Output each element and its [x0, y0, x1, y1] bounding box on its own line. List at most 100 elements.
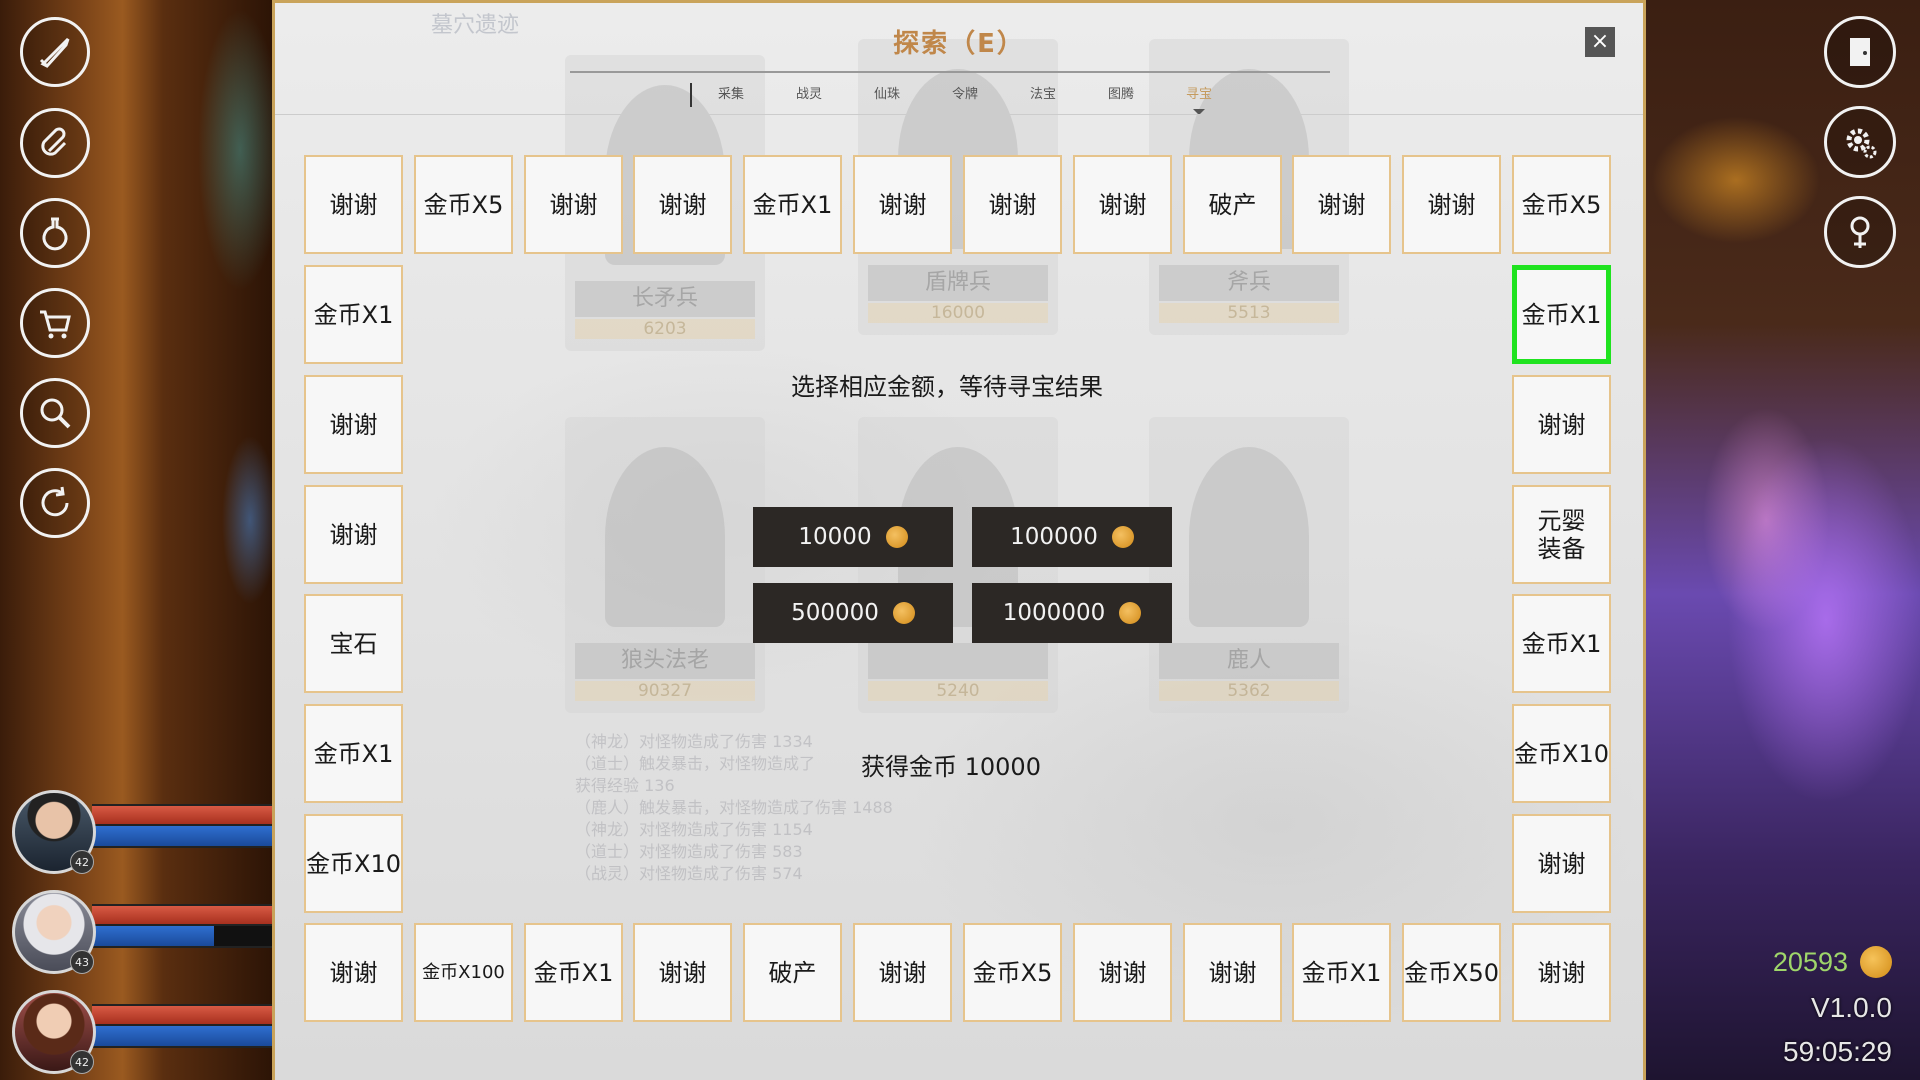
explore-panel: 墓穴遗迹 长矛兵 6203 盾牌兵 16000 斧兵 5513 狼头法老 90327 5… — [272, 0, 1646, 1080]
board-cell[interactable]: 金币X1 — [1512, 594, 1611, 693]
tab-battle-spirit[interactable]: 战灵 — [770, 83, 848, 107]
card-value: 5513 — [1159, 303, 1339, 323]
result-text: 获得金币 10000 — [861, 753, 1041, 781]
board-cell[interactable]: 金币X1 — [524, 923, 623, 1022]
party-member-1[interactable]: 42 — [8, 790, 272, 874]
game-clock: 59:05:29 — [1783, 1036, 1892, 1067]
board-cell[interactable]: 谢谢 — [304, 485, 403, 584]
paperclip-icon[interactable] — [20, 108, 90, 178]
log-line: （道士）对怪物造成了伤害 583 — [575, 842, 803, 861]
title-divider — [570, 71, 1330, 73]
board-cell[interactable]: 破产 — [743, 923, 842, 1022]
tab-bar: 采集 战灵 仙珠 令牌 法宝 图腾 寻宝 — [690, 83, 1238, 115]
tab-artifact[interactable]: 法宝 — [1004, 83, 1082, 107]
potion-flask-icon[interactable] — [20, 198, 90, 268]
board-cell[interactable]: 破产 — [1183, 155, 1282, 254]
board-cell[interactable]: 金币X5 — [414, 155, 513, 254]
log-line: （神龙）对怪物造成了伤害 1334 — [575, 732, 813, 751]
board-cell[interactable]: 谢谢 — [963, 155, 1062, 254]
board-cell[interactable]: 谢谢 — [304, 923, 403, 1022]
board-cell[interactable]: 谢谢 — [1512, 923, 1611, 1022]
board-cell[interactable]: 谢谢 — [1512, 814, 1611, 913]
board-cell[interactable]: 金币X10 — [1512, 704, 1611, 803]
board-cell[interactable]: 金币X1 — [743, 155, 842, 254]
board-cell[interactable]: 金币X50 — [1402, 923, 1501, 1022]
log-line: （鹿人）触发暴击，对怪物造成了伤害 1488 — [575, 798, 893, 817]
gold-counter: 20593 — [1773, 946, 1892, 978]
tab-divider — [275, 114, 1643, 115]
board-cell[interactable]: 谢谢 — [633, 155, 732, 254]
instruction-text: 选择相应金额，等待寻宝结果 — [791, 373, 1103, 401]
board-cell[interactable]: 谢谢 — [853, 923, 952, 1022]
bet-amount: 1000000 — [1002, 600, 1106, 626]
board-cell[interactable]: 金币X1 — [304, 265, 403, 364]
bet-button-500000[interactable]: 500000 — [753, 583, 953, 643]
gold-coin-icon — [1860, 946, 1892, 978]
board-cell[interactable]: 谢谢 — [524, 155, 623, 254]
card-name: 狼头法老 — [575, 643, 755, 679]
coin-icon — [892, 602, 915, 624]
board-cell[interactable]: 金币X10 — [304, 814, 403, 913]
sword-icon[interactable] — [20, 17, 90, 87]
board-cell[interactable]: 元婴 装备 — [1512, 485, 1611, 584]
location-pin-icon[interactable] — [1824, 196, 1896, 268]
board-cell[interactable]: 宝石 — [304, 594, 403, 693]
close-button[interactable]: × — [1585, 27, 1615, 57]
bet-button-1000000[interactable]: 1000000 — [972, 583, 1172, 643]
board-cell[interactable]: 金币X100 — [414, 923, 513, 1022]
bet-amount: 100000 — [1010, 524, 1098, 550]
tab-treasure-hunt[interactable]: 寻宝 — [1160, 83, 1238, 115]
card-value: 5240 — [868, 681, 1048, 701]
card-value: 90327 — [575, 681, 755, 701]
log-line: 获得经验 136 — [575, 776, 675, 795]
mp-bar-fill — [92, 826, 272, 846]
board-cell[interactable]: 金币X1 — [1292, 923, 1391, 1022]
settings-gear-icon[interactable] — [1824, 106, 1896, 178]
tab-gather[interactable]: 采集 — [692, 83, 770, 107]
gold-amount: 20593 — [1772, 946, 1848, 977]
mp-bar-fill — [92, 926, 215, 946]
tab-token[interactable]: 令牌 — [926, 83, 1004, 107]
hp-bar — [92, 804, 272, 826]
board-cell[interactable]: 金币X5 — [963, 923, 1062, 1022]
board-cell[interactable]: 谢谢 — [1292, 155, 1391, 254]
door-exit-icon[interactable] — [1824, 16, 1896, 88]
background-monster-card: 鹿人 5362 — [1149, 417, 1349, 713]
magnifier-icon[interactable] — [20, 378, 90, 448]
background-combat-log: （神龙）对怪物造成了伤害 1334 （道士）触发暴击，对怪物造成了 获得经验 1… — [575, 731, 893, 885]
board-cell[interactable]: 金币X1 — [304, 704, 403, 803]
refresh-icon[interactable] — [20, 468, 90, 538]
log-line: （神龙）对怪物造成了伤害 1154 — [575, 820, 813, 839]
shopping-cart-icon[interactable] — [20, 288, 90, 358]
board-cell[interactable]: 谢谢 — [304, 155, 403, 254]
version-label: V1.0.0 — [1811, 992, 1892, 1023]
mp-bar — [92, 826, 272, 848]
log-line: （战灵）对怪物造成了伤害 574 — [575, 864, 803, 883]
board-cell[interactable]: 金币X5 — [1512, 155, 1611, 254]
tab-immortal-pearl[interactable]: 仙珠 — [848, 83, 926, 107]
party-member-2[interactable]: 43 — [8, 890, 272, 974]
coin-icon — [885, 526, 908, 548]
party-member-3[interactable]: 42 — [8, 990, 272, 1074]
tab-totem[interactable]: 图腾 — [1082, 83, 1160, 107]
bet-amount: 500000 — [791, 600, 879, 626]
board-cell[interactable]: 谢谢 — [853, 155, 952, 254]
hp-bar — [92, 1004, 272, 1026]
bet-amount: 10000 — [798, 524, 872, 550]
card-value: 5362 — [1159, 681, 1339, 701]
card-value: 16000 — [868, 303, 1048, 323]
board-cell[interactable]: 谢谢 — [1402, 155, 1501, 254]
bet-button-10000[interactable]: 10000 — [753, 507, 953, 567]
board-cell[interactable]: 谢谢 — [1073, 923, 1172, 1022]
board-cell[interactable]: 谢谢 — [633, 923, 732, 1022]
coin-icon — [1111, 526, 1134, 548]
log-line: （道士）触发暴击，对怪物造成了 — [575, 754, 816, 773]
panel-title: 探索（E） — [893, 29, 1025, 59]
bet-button-100000[interactable]: 100000 — [972, 507, 1172, 567]
mp-bar — [92, 926, 272, 948]
card-name: 鹿人 — [1159, 643, 1339, 679]
board-cell[interactable]: 谢谢 — [1183, 923, 1282, 1022]
board-cell-selected[interactable]: 金币X1 — [1512, 265, 1611, 364]
card-name: 长矛兵 — [575, 281, 755, 317]
board-cell[interactable]: 谢谢 — [1073, 155, 1172, 254]
